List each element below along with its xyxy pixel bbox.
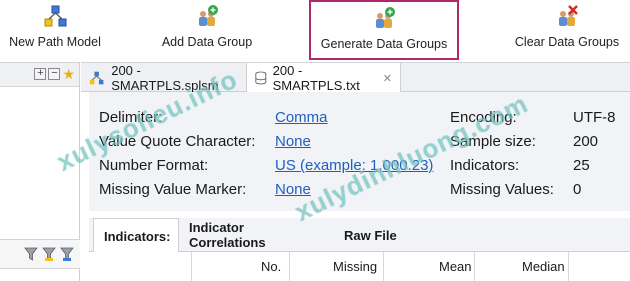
tab-raw-file-label: Raw File: [344, 227, 397, 243]
data-settings-panel: Delimiter: Comma Value Quote Character: …: [89, 92, 630, 211]
number-format-link[interactable]: US (example: 1,000.23): [275, 157, 433, 174]
generate-data-groups-label: Generate Data Groups: [320, 37, 448, 51]
tab-splsm[interactable]: 200 - SMARTPLS.splsm: [81, 62, 246, 93]
column-header-missing[interactable]: Missing: [333, 259, 377, 274]
column-divider: [568, 252, 569, 281]
generate-groups-icon: [371, 6, 397, 32]
quote-char-label: Value Quote Character:: [99, 133, 256, 150]
clear-groups-icon: [554, 4, 580, 30]
missing-marker-link[interactable]: None: [275, 181, 311, 198]
column-header-mean[interactable]: Mean: [439, 259, 472, 274]
column-header-median[interactable]: Median: [522, 259, 565, 274]
indicators-count-label: Indicators:: [450, 157, 520, 174]
missing-marker-label: Missing Value Marker:: [99, 181, 247, 198]
add-data-group-label: Add Data Group: [161, 35, 253, 49]
column-divider: [474, 252, 475, 281]
add-data-group-button[interactable]: Add Data Group: [158, 0, 256, 60]
sample-size-value: 200: [573, 133, 599, 150]
new-path-model-button[interactable]: New Path Model: [8, 0, 102, 60]
encoding-label: Encoding:: [450, 109, 517, 126]
path-model-icon: [42, 4, 68, 30]
toolbar: New Path Model Add Data Group Generate D…: [0, 0, 630, 62]
star-icon[interactable]: ★: [62, 67, 75, 81]
missing-values-value: 0: [573, 181, 582, 198]
expand-all-icon[interactable]: +: [34, 68, 47, 80]
delimiter-label: Delimiter:: [99, 109, 163, 126]
column-divider: [191, 252, 192, 281]
generate-data-groups-button[interactable]: Generate Data Groups: [309, 0, 459, 60]
collapse-all-icon[interactable]: −: [48, 68, 61, 80]
tab-indicators[interactable]: Indicators:: [93, 218, 179, 253]
new-path-model-label: New Path Model: [9, 35, 101, 49]
indicators-count-value: 25: [573, 157, 590, 174]
tab-indicator-correlations[interactable]: Indicator Correlations: [179, 218, 329, 252]
encoding-value: UTF-8: [573, 109, 616, 126]
filter-blue-icon[interactable]: [60, 246, 74, 262]
number-format-label: Number Format:: [99, 157, 209, 174]
delimiter-link[interactable]: Comma: [275, 109, 328, 126]
column-divider: [383, 252, 384, 281]
missing-values-label: Missing Values:: [450, 181, 554, 198]
editor-tabs: 200 - SMARTPLS.splsm 200 - SMARTPLS.txt …: [81, 62, 630, 93]
clear-data-groups-label: Clear Data Groups: [514, 35, 620, 49]
model-file-icon: [89, 71, 104, 84]
filter-icon[interactable]: [24, 246, 38, 262]
data-file-view: Delimiter: Comma Value Quote Character: …: [81, 92, 630, 281]
data-view-tabs: Indicators: Indicator Correlations Raw F…: [89, 218, 630, 253]
filter-toolbar: [0, 239, 80, 269]
tab-txt[interactable]: 200 - SMARTPLS.txt ✕: [246, 63, 401, 93]
clear-data-groups-button[interactable]: Clear Data Groups: [512, 0, 622, 60]
project-explorer-panel: + − ★: [0, 62, 80, 281]
close-tab-icon[interactable]: ✕: [383, 72, 392, 85]
database-icon: [255, 71, 267, 85]
tab-txt-label: 200 - SMARTPLS.txt: [272, 63, 360, 93]
project-explorer-header: + − ★: [0, 62, 79, 87]
quote-char-link[interactable]: None: [275, 133, 311, 150]
sample-size-label: Sample size:: [450, 133, 536, 150]
filter-yellow-icon[interactable]: [42, 246, 56, 262]
tab-indicators-label: Indicators:: [104, 228, 171, 244]
add-group-icon: [194, 4, 220, 30]
tab-raw-file[interactable]: Raw File: [334, 218, 410, 252]
column-header-no[interactable]: No.: [261, 259, 281, 274]
column-divider: [289, 252, 290, 281]
indicators-table-header: No. Missing Mean Median: [89, 252, 630, 281]
tab-splsm-label: 200 - SMARTPLS.splsm: [111, 62, 219, 93]
tab-indicator-correlations-label: Indicator Correlations: [189, 220, 266, 250]
